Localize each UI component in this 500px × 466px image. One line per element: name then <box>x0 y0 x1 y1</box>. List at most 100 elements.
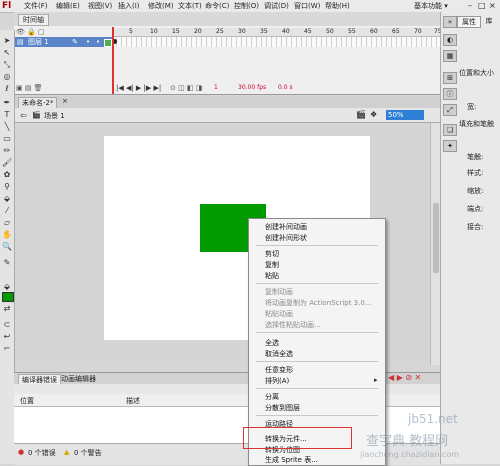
frame-number: 10 <box>150 28 158 35</box>
deco-tool-icon[interactable]: ✿ <box>2 170 12 179</box>
frame-number: 5 <box>129 28 133 35</box>
swatches-panel-icon[interactable]: ▦ <box>443 50 457 62</box>
menu-separator <box>256 283 378 284</box>
menu-insert[interactable]: 插入(I) <box>118 0 140 12</box>
pen-tool-icon[interactable]: ✒ <box>2 98 12 107</box>
pencil-tool-icon[interactable]: ✏ <box>2 146 12 155</box>
stroke-swatch[interactable] <box>2 270 12 279</box>
motion-presets-icon[interactable]: ✦ <box>443 140 457 152</box>
fill-swatch[interactable] <box>2 292 14 302</box>
menu-item-free-transform[interactable]: 任意变形 <box>265 365 293 375</box>
align-panel-icon[interactable]: ⊞ <box>443 72 457 84</box>
transform-panel-icon[interactable]: ⤢ <box>443 104 457 116</box>
panel-collapse-icon[interactable]: » <box>443 16 457 28</box>
frame-number: 15 <box>172 28 180 35</box>
subselection-tool-icon[interactable]: ↖ <box>2 48 12 57</box>
selection-tool-icon[interactable]: ➤ <box>2 36 12 45</box>
menu-item-break-apart[interactable]: 分离 <box>265 392 279 402</box>
smooth-icon[interactable]: ↩ <box>2 332 12 341</box>
menu-edit[interactable]: 编辑(E) <box>56 0 80 12</box>
layer-icon: ▤ <box>17 38 24 46</box>
playback-controls[interactable]: |◀ ◀| ▶ |▶ ▶| <box>116 84 161 92</box>
menu-commands[interactable]: 命令(C) <box>205 0 229 12</box>
lasso-tool-icon[interactable]: ℓ <box>2 84 12 93</box>
frame-rate[interactable]: 30.00 fps <box>238 84 266 91</box>
layer-tools-icons[interactable]: ▣ ▤ 🗑 <box>16 84 43 92</box>
maximize-icon[interactable]: □ <box>478 0 486 12</box>
free-transform-icon[interactable]: ⤡ <box>2 60 12 69</box>
menu-view[interactable]: 视图(V) <box>88 0 112 12</box>
menu-item-copy[interactable]: 复制 <box>265 260 279 270</box>
minimize-icon[interactable]: – <box>468 0 472 12</box>
tab-properties[interactable]: 属性 <box>457 16 481 28</box>
warning-count: 0 个警告 <box>74 449 102 457</box>
menu-file[interactable]: 文件(F) <box>24 0 48 12</box>
menu-item-deselect-all[interactable]: 取消全选 <box>265 349 293 359</box>
timeline-header-icons[interactable]: 👁 🔒 ▢ <box>16 28 45 36</box>
menu-modify[interactable]: 修改(M) <box>148 0 174 12</box>
column-description[interactable]: 描述 <box>126 396 140 406</box>
onion-skin-icons[interactable]: ⊙ ◫ ◧ ◨ <box>170 84 202 92</box>
close-tab-icon[interactable]: × <box>62 97 68 105</box>
menu-item-distribute-to-layers[interactable]: 分散到图层 <box>265 403 300 413</box>
zoom-tool-icon[interactable]: 🔍 <box>2 242 12 251</box>
eyedropper-icon[interactable]: ⁄ <box>2 206 12 215</box>
components-panel-icon[interactable]: ❏ <box>443 124 457 136</box>
fill-color-icon[interactable]: ⬙ <box>2 282 12 291</box>
outline-icon[interactable] <box>104 39 112 47</box>
tab-library[interactable]: 库 <box>481 16 497 26</box>
scene-label[interactable]: 场景 1 <box>44 111 65 121</box>
warning-icon: ▲ <box>64 448 70 456</box>
brush-tool-icon[interactable]: 🖌 <box>2 158 12 167</box>
menu-item-arrange[interactable]: 排列(A) <box>265 376 289 386</box>
scroll-thumb[interactable] <box>433 203 439 273</box>
workspace-switcher[interactable]: 基本功能 ▾ <box>414 0 448 12</box>
menu-help[interactable]: 帮助(H) <box>325 0 350 12</box>
tab-motion-editor[interactable]: 动画编辑器 <box>58 374 99 384</box>
lock-dot-icon[interactable]: • <box>96 37 100 47</box>
straighten-icon[interactable]: ⌐ <box>2 344 12 353</box>
menu-item-create-shape-tween[interactable]: 创建补间形状 <box>265 233 307 243</box>
edit-symbols-icon[interactable]: ❖ <box>370 110 377 119</box>
column-location[interactable]: 位置 <box>20 396 34 406</box>
menu-control[interactable]: 控制(O) <box>234 0 259 12</box>
color-panel-icon[interactable]: ◐ <box>443 34 457 46</box>
back-arrow-icon[interactable]: ⇦ <box>20 111 27 120</box>
eraser-tool-icon[interactable]: ▱ <box>2 218 12 227</box>
field-cap-label: 端点: <box>467 205 484 213</box>
edit-scene-icon[interactable]: 🎬 <box>356 110 366 119</box>
stroke-color-icon[interactable]: ✎ <box>2 258 12 267</box>
menu-item-copy-motion: 复制动画 <box>265 288 293 296</box>
menu-item-create-motion-tween[interactable]: 创建补间动画 <box>265 222 307 232</box>
bone-tool-icon[interactable]: ⚲ <box>2 182 12 191</box>
tab-timeline[interactable]: 时间轴 <box>18 14 49 26</box>
menu-debug[interactable]: 调试(D) <box>264 0 289 12</box>
swap-colors-icon[interactable]: ⇄ <box>2 304 12 313</box>
menu-window[interactable]: 窗口(W) <box>294 0 320 12</box>
section-position-size[interactable]: 位置和大小 <box>459 68 494 78</box>
3d-rotation-icon[interactable]: ◎ <box>2 72 12 81</box>
frame-ruler[interactable]: 5 10 15 20 25 30 35 40 45 50 55 60 65 70… <box>112 28 442 37</box>
visibility-dot-icon[interactable]: • <box>86 37 90 47</box>
layer-row[interactable]: ▤ 图层 1 ✎ • • <box>14 37 112 47</box>
zoom-select[interactable]: 50% <box>386 110 424 120</box>
menu-item-paste-motion-special: 选择性粘贴动画... <box>265 321 321 329</box>
line-tool-icon[interactable]: ╲ <box>2 122 12 131</box>
text-tool-icon[interactable]: T <box>2 110 12 119</box>
close-icon[interactable]: × <box>489 0 496 12</box>
hand-tool-icon[interactable]: ✋ <box>2 230 12 239</box>
playhead[interactable] <box>112 27 114 94</box>
menu-text[interactable]: 文本(T) <box>178 0 202 12</box>
paint-bucket-icon[interactable]: ⬙ <box>2 194 12 203</box>
rectangle-tool-icon[interactable]: ▭ <box>2 134 12 143</box>
section-fill-stroke[interactable]: 填充和笔触 <box>459 119 494 129</box>
menu-item-select-all[interactable]: 全选 <box>265 338 279 348</box>
scene-icon: 🎬 <box>32 111 41 119</box>
info-panel-icon[interactable]: ⓘ <box>443 88 457 100</box>
frame-cells[interactable] <box>112 37 440 47</box>
menu-item-paste[interactable]: 粘贴 <box>265 271 279 281</box>
menu-item-cut[interactable]: 剪切 <box>265 249 279 259</box>
bottom-panel-icons[interactable]: ◀ ▶ ⊘ ✕ <box>388 373 421 382</box>
timeline-tabbar: 时间轴 <box>14 12 440 27</box>
snap-icon[interactable]: ⊂ <box>2 320 12 329</box>
